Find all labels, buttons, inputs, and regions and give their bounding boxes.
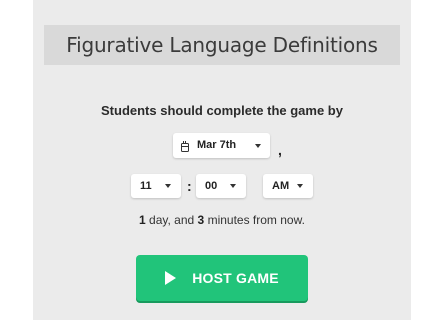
deadline-prompt: Students should complete the game by: [101, 103, 343, 118]
chevron-down-icon: [165, 184, 171, 188]
days-count: 1: [139, 213, 146, 227]
game-title-banner: Figurative Language Definitions: [44, 25, 400, 65]
hour-select-value: 11: [140, 180, 152, 192]
days-text: day, and: [145, 213, 198, 227]
chevron-down-icon: [255, 144, 261, 148]
time-separator: :: [187, 178, 192, 194]
chevron-down-icon: [297, 184, 303, 188]
date-select[interactable]: Mar 7th: [173, 133, 270, 158]
play-icon: [165, 271, 177, 285]
minute-select[interactable]: 00: [196, 174, 246, 198]
chevron-down-icon: [230, 184, 236, 188]
hour-select[interactable]: 11: [131, 174, 181, 198]
date-select-value: Mar 7th: [197, 139, 237, 151]
period-select-value: AM: [272, 180, 290, 192]
game-title: Figurative Language Definitions: [66, 33, 378, 57]
calendar-icon: [181, 141, 189, 152]
period-select[interactable]: AM: [263, 174, 313, 198]
minute-select-value: 00: [205, 180, 218, 192]
date-separator: ,: [278, 142, 282, 158]
host-game-label: HOST GAME: [192, 270, 279, 286]
host-game-button[interactable]: HOST GAME: [136, 255, 308, 301]
relative-time-text: 1 day, and 3 minutes from now.: [44, 213, 400, 227]
minutes-text: minutes from now.: [204, 213, 305, 227]
